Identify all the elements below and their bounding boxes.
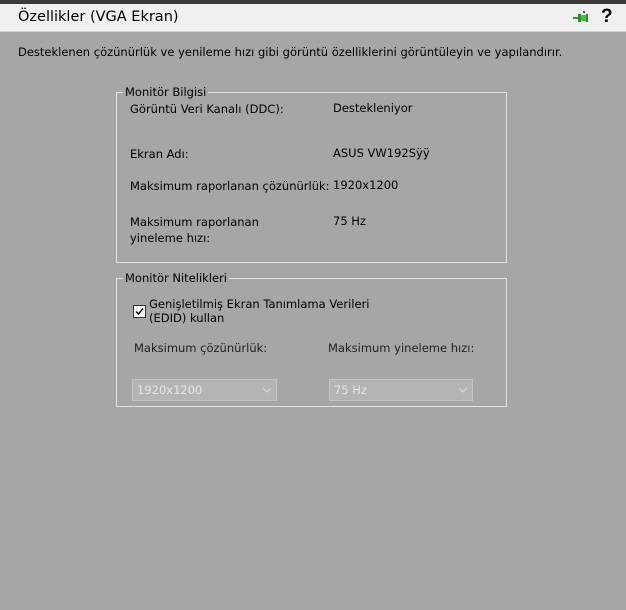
monitor-props-group: Monitör Nitelikleri Genişletilmiş Ekran … [116, 271, 507, 407]
max-resolution-selected: 1920x1200 [137, 383, 203, 397]
max-refresh-select[interactable]: 75 Hz [329, 379, 473, 401]
chevron-down-icon [262, 387, 272, 393]
ddc-label: Görüntü Veri Kanalı (DDC): [130, 102, 284, 116]
max-reported-resolution-label: Maksimum raporlanan çözünürlük: [130, 179, 330, 193]
edid-checkbox[interactable] [133, 305, 146, 318]
ddc-value: Destekleniyor [333, 101, 413, 115]
max-resolution-label: Maksimum çözünürlük: [134, 341, 268, 355]
max-reported-refresh-label: Maksimum raporlanan yineleme hızı: [130, 215, 259, 245]
chevron-down-icon [458, 387, 468, 393]
max-reported-refresh-value: 75 Hz [333, 214, 366, 228]
checkmark-icon [135, 308, 144, 316]
help-icon[interactable]: ? [601, 6, 613, 28]
display-name-value: ASUS VW192Sÿÿ [333, 146, 430, 160]
title-bar: Özellikler (VGA Ekran) ? [0, 4, 626, 32]
edid-checkbox-label[interactable]: Genişletilmiş Ekran Tanımlama Verileri (… [149, 297, 409, 325]
monitor-props-legend: Monitör Nitelikleri [123, 271, 229, 285]
max-resolution-select[interactable]: 1920x1200 [132, 379, 277, 401]
monitor-info-legend: Monitör Bilgisi [123, 85, 209, 99]
monitor-info-group: Monitör Bilgisi Görüntü Veri Kanalı (DDC… [116, 85, 507, 263]
page-description: Desteklenen çözünürlük ve yenileme hızı … [18, 45, 563, 59]
max-reported-resolution-value: 1920x1200 [333, 178, 399, 192]
window-title: Özellikler (VGA Ekran) [18, 9, 179, 25]
pin-icon[interactable] [572, 10, 590, 26]
max-refresh-label: Maksimum yineleme hızı: [328, 341, 475, 355]
display-name-label: Ekran Adı: [130, 147, 189, 161]
max-refresh-selected: 75 Hz [334, 383, 367, 397]
